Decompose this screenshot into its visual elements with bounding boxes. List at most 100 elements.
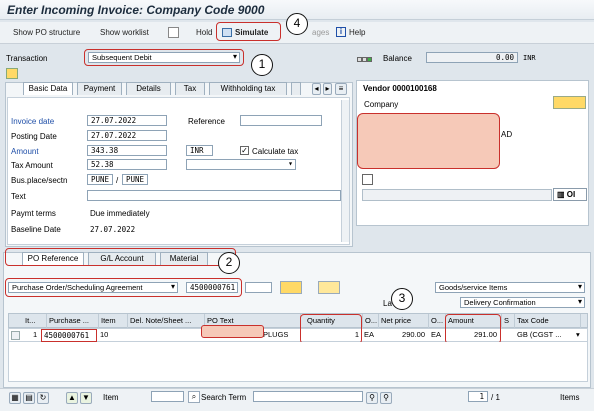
select-all-icon[interactable]: ▦: [9, 392, 21, 404]
traffic-light-icon: [357, 55, 379, 62]
baseline-date-value: 27.07.2022: [90, 225, 136, 234]
layout-select[interactable]: Delivery Confirmation: [460, 297, 585, 308]
hold-button[interactable]: Hold: [196, 28, 212, 37]
tab-payment[interactable]: Payment: [77, 82, 122, 95]
items-label: Items: [560, 393, 580, 402]
invoice-date-input[interactable]: 27.07.2022: [87, 115, 167, 126]
posting-date-input[interactable]: 27.07.2022: [87, 130, 167, 141]
bus-place-separator: /: [116, 176, 119, 185]
bus-place-label: Bus.place/sectn: [11, 176, 68, 185]
items-grid-body: [8, 342, 588, 382]
multiple-assignment-icon[interactable]: [318, 281, 340, 294]
balance-currency: INR: [523, 54, 536, 62]
col-price-unit[interactable]: O...: [429, 314, 446, 328]
amount-currency-input[interactable]: INR: [186, 145, 213, 156]
col-order-unit[interactable]: O...: [363, 314, 379, 328]
help-button[interactable]: Help: [349, 28, 365, 37]
col-item[interactable]: Item: [99, 314, 128, 328]
row-selector[interactable]: [11, 331, 20, 340]
row-tax-code[interactable]: GB (CGST ...: [517, 329, 575, 342]
row-net-price: 290.00: [402, 330, 425, 339]
simulate-icon: [222, 28, 232, 37]
tab-basic-data[interactable]: Basic Data: [23, 82, 73, 95]
show-po-structure-button[interactable]: Show PO structure: [13, 28, 80, 37]
text-input[interactable]: [87, 190, 341, 201]
balance-value: 0.00: [426, 52, 518, 63]
col-s[interactable]: S: [502, 314, 515, 328]
col-item-number[interactable]: It...: [23, 314, 47, 328]
tax-code-dropdown-icon[interactable]: ▾: [576, 329, 584, 342]
reference-document-select[interactable]: Purchase Order/Scheduling Agreement: [8, 282, 178, 293]
reference-input[interactable]: [240, 115, 322, 126]
transfer-icon[interactable]: [280, 281, 302, 294]
hold-doc-icon[interactable]: [6, 68, 18, 79]
simulate-button[interactable]: Simulate: [235, 28, 268, 37]
find-icon[interactable]: ⚲: [366, 392, 378, 404]
tax-amount-label: Tax Amount: [11, 161, 53, 170]
tax-code-select[interactable]: [186, 159, 296, 170]
bus-place-input[interactable]: PUNE: [87, 174, 113, 185]
tab-scroll-left-button[interactable]: ◂: [312, 83, 321, 95]
oi-icon: ▥: [557, 190, 565, 199]
tax-amount-input[interactable]: 52.38: [87, 159, 167, 170]
row-price-unit: EA: [431, 330, 442, 339]
po-number-input[interactable]: 4500000761: [186, 282, 238, 293]
amount-highlight: [445, 314, 501, 344]
vendor-bank-icon[interactable]: [362, 174, 373, 185]
amount-input[interactable]: 343.38: [87, 145, 167, 156]
vendor-detail-icon[interactable]: [553, 96, 586, 109]
search-term-input[interactable]: [253, 391, 363, 402]
callout-3: 3: [391, 288, 413, 310]
find-next-icon[interactable]: ⚲: [380, 392, 392, 404]
messages-button[interactable]: ages: [312, 28, 329, 37]
table-row[interactable]: 1 4500000761 10 PLUGS 1 EA 290.00 EA 291…: [8, 328, 588, 342]
item-input[interactable]: [151, 391, 184, 402]
search-icon[interactable]: ⌕: [188, 391, 200, 403]
open-items-label: OI: [566, 190, 576, 199]
tab-details[interactable]: Details: [126, 82, 171, 95]
row-po-number[interactable]: 4500000761: [41, 329, 97, 342]
col-net-price[interactable]: Net price: [379, 314, 429, 328]
row-item: 10: [100, 330, 109, 339]
transaction-select[interactable]: Subsequent Debit: [88, 52, 240, 63]
items-grid-header: It... Purchase ... Item Del. Note/Sheet …: [8, 313, 588, 328]
tab-list-button[interactable]: ≡: [335, 83, 347, 95]
show-worklist-button[interactable]: Show worklist: [100, 28, 149, 37]
po-item-input[interactable]: [245, 282, 272, 293]
text-label: Text: [11, 192, 26, 201]
reference-label: Reference: [188, 117, 225, 126]
callout-4: 4: [286, 13, 308, 35]
sort-ascending-icon[interactable]: ▲: [66, 392, 78, 404]
deselect-all-icon[interactable]: ▤: [23, 392, 35, 404]
calculate-tax-label: Calculate tax: [252, 147, 299, 156]
tab-withholding-tax[interactable]: Withholding tax: [209, 82, 287, 95]
callout-1: 1: [251, 54, 273, 76]
payment-terms-value: Due immediately: [90, 209, 150, 218]
item-label: Item: [103, 393, 119, 402]
hold-icon[interactable]: [168, 27, 179, 38]
tab-tax[interactable]: Tax: [175, 82, 205, 95]
calculate-tax-checkbox[interactable]: ✓: [240, 146, 249, 155]
col-delivery-note[interactable]: Del. Note/Sheet ...: [128, 314, 205, 328]
tab-scroll-right-button[interactable]: ▸: [323, 83, 332, 95]
row-po-text: PLUGS: [263, 330, 289, 339]
page-total: / 1: [491, 393, 500, 402]
col-tax-code[interactable]: Tax Code: [515, 314, 581, 328]
redacted-po-text: [201, 325, 264, 338]
tab-overflow[interactable]: [291, 82, 301, 95]
posting-date-label: Posting Date: [11, 132, 57, 141]
basic-data-scrollbar[interactable]: [341, 100, 349, 242]
sort-descending-icon[interactable]: ▼: [80, 392, 92, 404]
goods-service-select[interactable]: Goods/service Items: [435, 282, 585, 293]
company-label: Company: [364, 100, 399, 109]
redacted-vendor-address: [357, 113, 500, 169]
page-number-input[interactable]: 1: [468, 391, 488, 402]
payment-terms-label: Paymt terms: [11, 209, 56, 218]
section-input[interactable]: PUNE: [122, 174, 148, 185]
callout-2: 2: [218, 252, 240, 274]
invoice-date-label: Invoice date: [11, 117, 55, 126]
refresh-icon[interactable]: ↻: [37, 392, 49, 404]
vendor-address-partial: AD: [501, 130, 513, 139]
open-items-button[interactable]: ▥ OI: [553, 188, 587, 201]
col-purchase-order[interactable]: Purchase ...: [47, 314, 99, 328]
